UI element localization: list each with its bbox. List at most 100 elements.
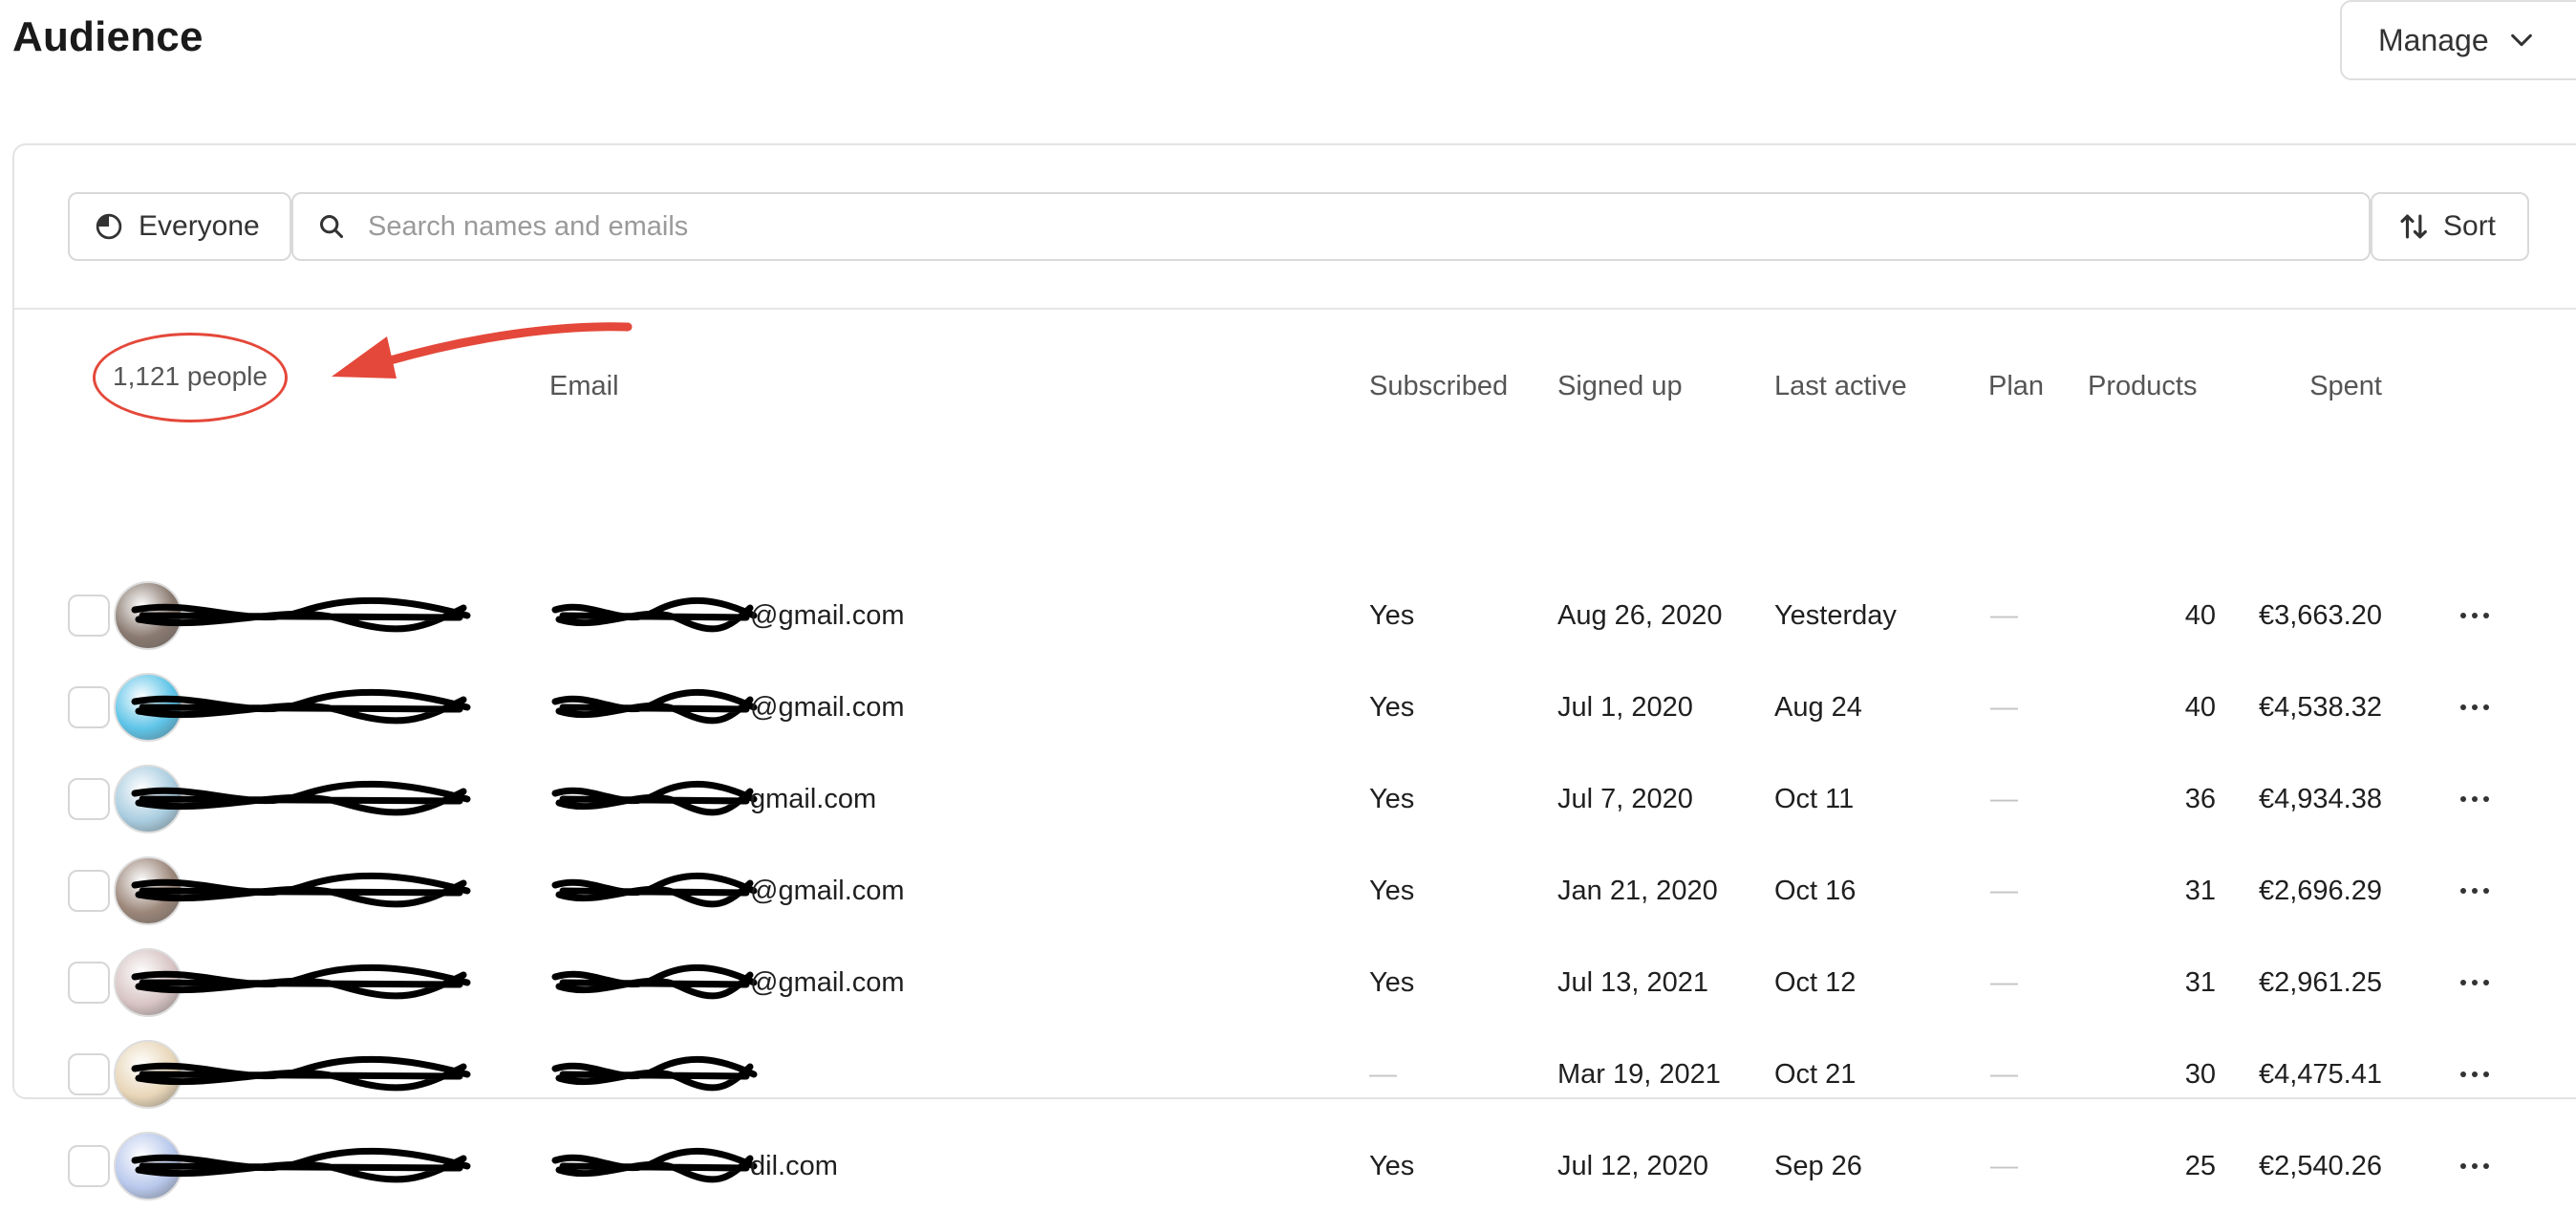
table-row[interactable]: — Mar 19, 2021 Oct 21 — 30 €4,475.41	[14, 1028, 2576, 1120]
table-row[interactable]: gmail.com Yes Jul 7, 2020 Oct 11 — 36 €4,934.3…	[14, 753, 2576, 845]
row-subscribed: Yes	[1369, 783, 1415, 814]
row-spent: €3,663.20	[2258, 599, 2382, 631]
row-checkbox[interactable]	[68, 686, 110, 728]
row-email-domain: @gmail.com	[750, 875, 905, 906]
row-email: @gmail.com	[549, 845, 951, 937]
row-last-active: Yesterday	[1774, 599, 1897, 631]
row-last-active: Oct 11	[1774, 783, 1855, 814]
more-options-icon[interactable]	[2456, 690, 2494, 725]
redacted-name	[129, 958, 473, 1012]
search-input[interactable]	[366, 209, 2185, 244]
row-plan: —	[1990, 1058, 2018, 1090]
column-header-plan[interactable]: Plan	[1988, 371, 2044, 402]
row-subscribed: Yes	[1369, 599, 1415, 631]
column-header-products[interactable]: Products	[2088, 371, 2197, 402]
row-email: dil.com	[549, 1120, 951, 1212]
table-row[interactable]: @gmail.com Yes Jul 1, 2020 Aug 24 — 40 €4,538.…	[14, 661, 2576, 753]
row-checkbox[interactable]	[68, 1053, 110, 1095]
audience-panel: Everyone Sort 1,121 people Email Subscri…	[12, 143, 2576, 1201]
row-email: @gmail.com	[549, 570, 951, 661]
row-products: 31	[2184, 966, 2216, 998]
column-header-subscribed[interactable]: Subscribed	[1369, 371, 1508, 402]
row-spent: €4,475.41	[2258, 1058, 2382, 1090]
row-email-domain: @gmail.com	[750, 691, 905, 723]
row-email	[549, 1028, 951, 1120]
row-products: 40	[2184, 691, 2216, 723]
more-options-icon[interactable]	[2456, 874, 2494, 908]
table-row[interactable]: dil.com Yes Jul 12, 2020 Sep 26 — 25 €2,540.26	[14, 1120, 2576, 1212]
sort-icon	[2400, 214, 2427, 239]
row-email: @gmail.com	[549, 937, 951, 1028]
more-options-icon[interactable]	[2456, 1057, 2494, 1092]
row-email-domain: @gmail.com	[750, 599, 905, 631]
row-signed-up: Jan 21, 2020	[1557, 875, 1718, 906]
row-email-domain: gmail.com	[750, 783, 877, 814]
row-plan: —	[1990, 966, 2018, 998]
table-row[interactable]: @gmail.com Yes Jan 21, 2020 Oct 16 — 31 €2,696…	[14, 845, 2576, 937]
redacted-email	[549, 682, 760, 740]
row-signed-up: Jul 7, 2020	[1557, 783, 1693, 814]
segment-filter-label: Everyone	[139, 210, 260, 242]
chevron-down-icon	[2510, 33, 2532, 47]
row-checkbox[interactable]	[68, 870, 110, 912]
row-checkbox[interactable]	[68, 1145, 110, 1187]
row-email-domain: dil.com	[750, 1150, 838, 1181]
segment-filter-button[interactable]: Everyone	[68, 192, 291, 261]
row-last-active: Aug 24	[1774, 691, 1862, 723]
redacted-name	[129, 682, 473, 737]
row-plan: —	[1990, 599, 2018, 631]
pie-chart-icon	[96, 213, 122, 240]
row-signed-up: Jul 12, 2020	[1557, 1150, 1709, 1181]
row-checkbox[interactable]	[68, 962, 110, 1004]
row-products: 36	[2184, 783, 2216, 814]
row-email: gmail.com	[549, 753, 951, 845]
row-last-active: Oct 16	[1774, 875, 1857, 906]
table-row[interactable]: @gmail.com Yes Jul 13, 2021 Oct 12 — 31 €2,961…	[14, 937, 2576, 1028]
row-plan: —	[1990, 1150, 2018, 1181]
row-last-active: Sep 26	[1774, 1150, 1862, 1181]
redacted-email	[549, 1141, 760, 1199]
page-title: Audience	[12, 13, 204, 60]
column-header-signed-up[interactable]: Signed up	[1557, 371, 1683, 402]
sort-button[interactable]: Sort	[2371, 192, 2529, 261]
row-subscribed: Yes	[1369, 875, 1415, 906]
row-signed-up: Aug 26, 2020	[1557, 599, 1723, 631]
search-field[interactable]	[291, 192, 2371, 261]
redacted-name	[129, 591, 473, 645]
column-header-last-active[interactable]: Last active	[1774, 371, 1907, 402]
row-subscribed: Yes	[1369, 1150, 1415, 1181]
redacted-email	[549, 958, 760, 1015]
sort-label: Sort	[2443, 210, 2497, 242]
row-plan: —	[1990, 691, 2018, 723]
row-plan: —	[1990, 783, 2018, 814]
row-spent: €2,961.25	[2258, 966, 2382, 998]
row-spent: €2,540.26	[2258, 1150, 2382, 1181]
redacted-email	[549, 591, 760, 648]
row-signed-up: Jul 1, 2020	[1557, 691, 1693, 723]
table-row[interactable]: @gmail.com Yes Aug 26, 2020 Yesterday — 40 €3,…	[14, 570, 2576, 661]
row-subscribed: Yes	[1369, 691, 1415, 723]
column-header-spent[interactable]: Spent	[2269, 371, 2382, 402]
row-checkbox[interactable]	[68, 595, 110, 637]
people-count-annotation: 1,121 people	[93, 333, 299, 428]
search-icon	[319, 214, 344, 239]
row-email: @gmail.com	[549, 661, 951, 753]
manage-button[interactable]: Manage	[2340, 0, 2576, 80]
more-options-icon[interactable]	[2456, 965, 2494, 1000]
more-options-icon[interactable]	[2456, 598, 2494, 633]
row-last-active: Oct 21	[1774, 1058, 1857, 1090]
more-options-icon[interactable]	[2456, 782, 2494, 816]
row-spent: €2,696.29	[2258, 875, 2382, 906]
row-products: 31	[2184, 875, 2216, 906]
redacted-name	[129, 1050, 473, 1104]
people-count: 1,121 people	[113, 361, 268, 391]
row-signed-up: Mar 19, 2021	[1557, 1058, 1721, 1090]
row-subscribed: —	[1369, 1058, 1397, 1090]
redacted-email	[549, 774, 760, 832]
redacted-name	[129, 1141, 473, 1196]
redacted-email	[549, 866, 760, 923]
more-options-icon[interactable]	[2456, 1149, 2494, 1183]
column-header-email[interactable]: Email	[549, 371, 619, 402]
row-spent: €4,538.32	[2258, 691, 2382, 723]
row-checkbox[interactable]	[68, 778, 110, 820]
